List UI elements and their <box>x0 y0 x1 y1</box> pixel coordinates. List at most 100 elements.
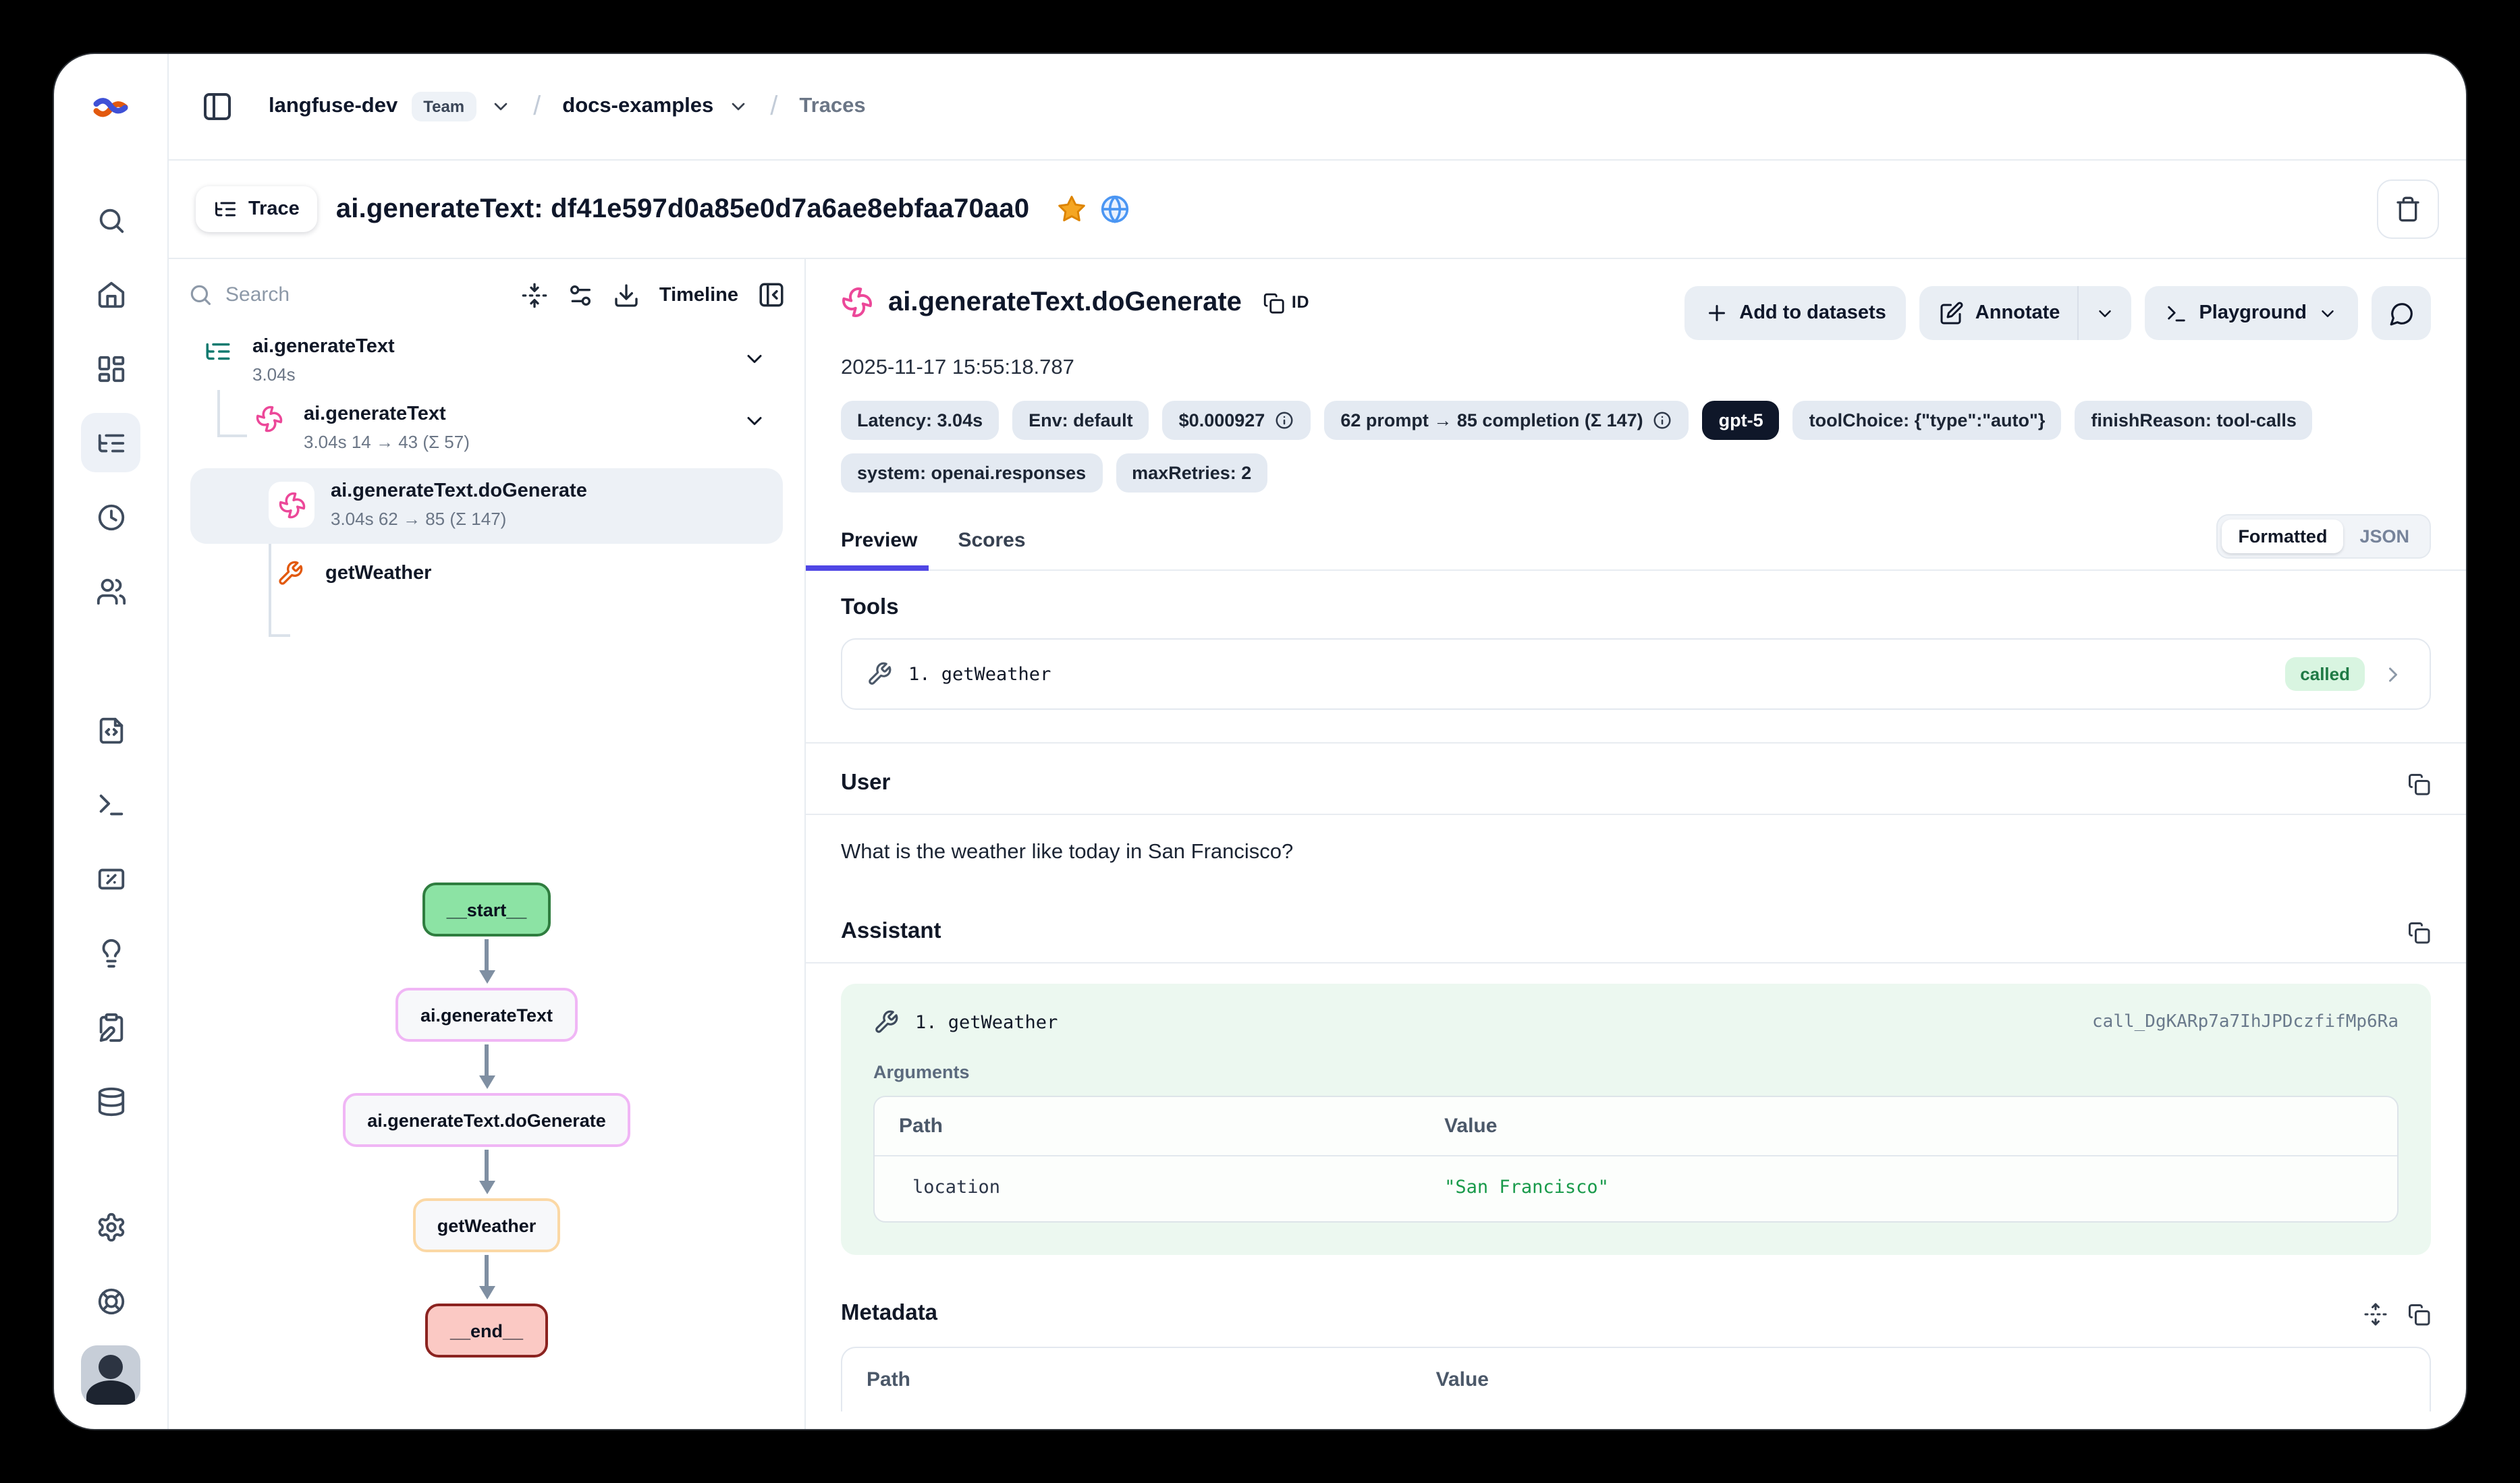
model-badge[interactable]: gpt-5 <box>1703 401 1780 440</box>
user-avatar[interactable] <box>81 1345 140 1405</box>
copy-icon[interactable] <box>2407 771 2431 795</box>
tab-preview[interactable]: Preview <box>841 521 917 569</box>
table-header-value: Value <box>1436 1368 2405 1391</box>
wrench-icon <box>277 560 309 587</box>
sidebar-item-users[interactable] <box>81 561 140 621</box>
format-toggle: Formatted JSON <box>2216 514 2431 559</box>
latency-badge: Latency: 3.04s <box>841 401 999 440</box>
sidebar-toggle-button[interactable] <box>201 90 234 123</box>
chevron-right-icon[interactable] <box>2381 662 2405 686</box>
annotate-split-button: Annotate <box>1920 286 2132 340</box>
expand-rows-icon[interactable] <box>2363 1302 2388 1326</box>
graph-edge <box>485 939 489 972</box>
wrench-icon <box>867 661 892 687</box>
view-settings-icon[interactable] <box>568 281 595 308</box>
graph-node-getweather[interactable]: getWeather <box>413 1198 561 1252</box>
format-option-json[interactable]: JSON <box>2343 520 2426 553</box>
delete-trace-button[interactable] <box>2377 179 2439 239</box>
tree-row-generation-selected[interactable]: ai.generateText.doGenerate 3.04s 62 → 85… <box>190 468 783 544</box>
graph-node-end[interactable]: __end__ <box>426 1304 547 1358</box>
search-input[interactable] <box>225 283 374 306</box>
annotate-button[interactable]: Annotate <box>1920 301 2078 325</box>
sidebar-item-annotation[interactable] <box>81 997 140 1057</box>
breadcrumb-project[interactable]: langfuse-dev <box>269 94 398 119</box>
breadcrumb-page[interactable]: Traces <box>799 94 865 119</box>
trace-header: Trace ai.generateText: df41e597d0a85e0d7… <box>169 161 2466 259</box>
user-message: What is the weather like today in San Fr… <box>841 841 2431 865</box>
terminal-icon <box>2165 302 2188 325</box>
collapse-all-icon[interactable] <box>522 281 549 308</box>
graph-node-generatetext[interactable]: ai.generateText <box>396 988 577 1042</box>
download-icon[interactable] <box>613 281 640 308</box>
terminal-icon <box>95 789 126 820</box>
trace-tree-icon <box>213 197 238 221</box>
info-icon[interactable] <box>1653 410 1673 430</box>
public-globe-icon[interactable] <box>1099 194 1129 224</box>
trash-icon <box>2394 196 2421 223</box>
tool-name: 1. getWeather <box>908 663 1051 685</box>
app-window: langfuse-dev Team / docs-examples / Trac… <box>54 54 2466 1429</box>
wrench-icon <box>873 1009 899 1035</box>
copy-icon[interactable] <box>2407 1302 2431 1326</box>
user-heading: User <box>841 771 890 796</box>
sidebar-item-sessions[interactable] <box>81 487 140 547</box>
sidebar-item-scores[interactable] <box>81 849 140 908</box>
tokens-badge: 62 prompt → 85 completion (Σ 147) <box>1324 401 1689 440</box>
chevron-down-icon[interactable] <box>727 96 748 117</box>
home-icon <box>95 279 126 310</box>
sidebar-item-search[interactable] <box>81 190 140 250</box>
copy-id-button[interactable]: ID <box>1262 291 1309 314</box>
graph-edge <box>485 1255 489 1287</box>
sidebar-item-dashboards[interactable] <box>81 339 140 398</box>
breadcrumb-separator: / <box>533 91 541 122</box>
bookmark-star-icon[interactable] <box>1056 194 1086 224</box>
arg-path: location <box>899 1177 1444 1198</box>
tree-row-span[interactable]: ai.generateText 3.04s 14 → 43 (Σ 57) <box>188 403 786 452</box>
tree-row-tool[interactable]: getWeather <box>188 560 786 587</box>
breadcrumb: langfuse-dev Team / docs-examples / Trac… <box>169 54 2466 161</box>
graph-node-dogenerate[interactable]: ai.generateText.doGenerate <box>343 1093 630 1147</box>
percent-card-icon <box>95 863 126 894</box>
assistant-heading: Assistant <box>841 919 941 945</box>
tool-definition-row[interactable]: 1. getWeather called <box>841 638 2431 710</box>
graph-node-start[interactable]: __start__ <box>422 883 551 936</box>
sidebar-item-settings[interactable] <box>81 1197 140 1256</box>
table-header-value: Value <box>1444 1115 2373 1138</box>
metadata-heading: Metadata <box>841 1301 937 1326</box>
format-option-formatted[interactable]: Formatted <box>2222 520 2343 553</box>
breadcrumb-environment[interactable]: docs-examples <box>562 94 713 119</box>
chevron-down-icon[interactable] <box>742 409 767 433</box>
section-divider <box>806 962 2466 963</box>
info-icon[interactable] <box>1274 410 1294 430</box>
playground-button[interactable]: Playground <box>2145 286 2358 340</box>
add-to-datasets-button[interactable]: Add to datasets <box>1684 286 1907 340</box>
tree-row-trace[interactable]: ai.generateText 3.04s <box>188 336 786 385</box>
gear-icon <box>95 1211 126 1242</box>
arguments-label: Arguments <box>873 1062 2399 1082</box>
maxretries-badge: maxRetries: 2 <box>1116 453 1267 493</box>
table-row: location "San Francisco" <box>875 1156 2397 1221</box>
sidebar-item-playground[interactable] <box>81 775 140 834</box>
langfuse-logo[interactable] <box>54 54 167 161</box>
comments-button[interactable] <box>2372 286 2431 340</box>
tree-search[interactable] <box>188 282 503 308</box>
table-header-path: Path <box>899 1115 1444 1138</box>
chevron-down-icon[interactable] <box>490 96 512 117</box>
tab-scores[interactable]: Scores <box>958 521 1025 569</box>
timeline-toggle[interactable]: Timeline <box>659 284 738 306</box>
chevron-down-icon[interactable] <box>742 347 767 371</box>
id-label: ID <box>1292 293 1309 312</box>
sidebar-item-support[interactable] <box>81 1271 140 1331</box>
collapse-panel-icon[interactable] <box>757 281 786 309</box>
sidebar-item-prompts[interactable] <box>81 700 140 760</box>
comment-bubble-icon <box>2388 300 2414 326</box>
sidebar-item-datasets[interactable] <box>81 1071 140 1131</box>
breadcrumb-separator: / <box>770 91 777 122</box>
copy-icon[interactable] <box>2407 920 2431 944</box>
sidebar-item-tracing[interactable] <box>81 413 140 472</box>
sidebar-item-insights[interactable] <box>81 923 140 982</box>
sidebar-items <box>54 161 167 1429</box>
sidebar-item-home[interactable] <box>81 264 140 324</box>
annotate-dropdown-button[interactable] <box>2079 303 2131 323</box>
sidebar <box>54 54 169 1429</box>
